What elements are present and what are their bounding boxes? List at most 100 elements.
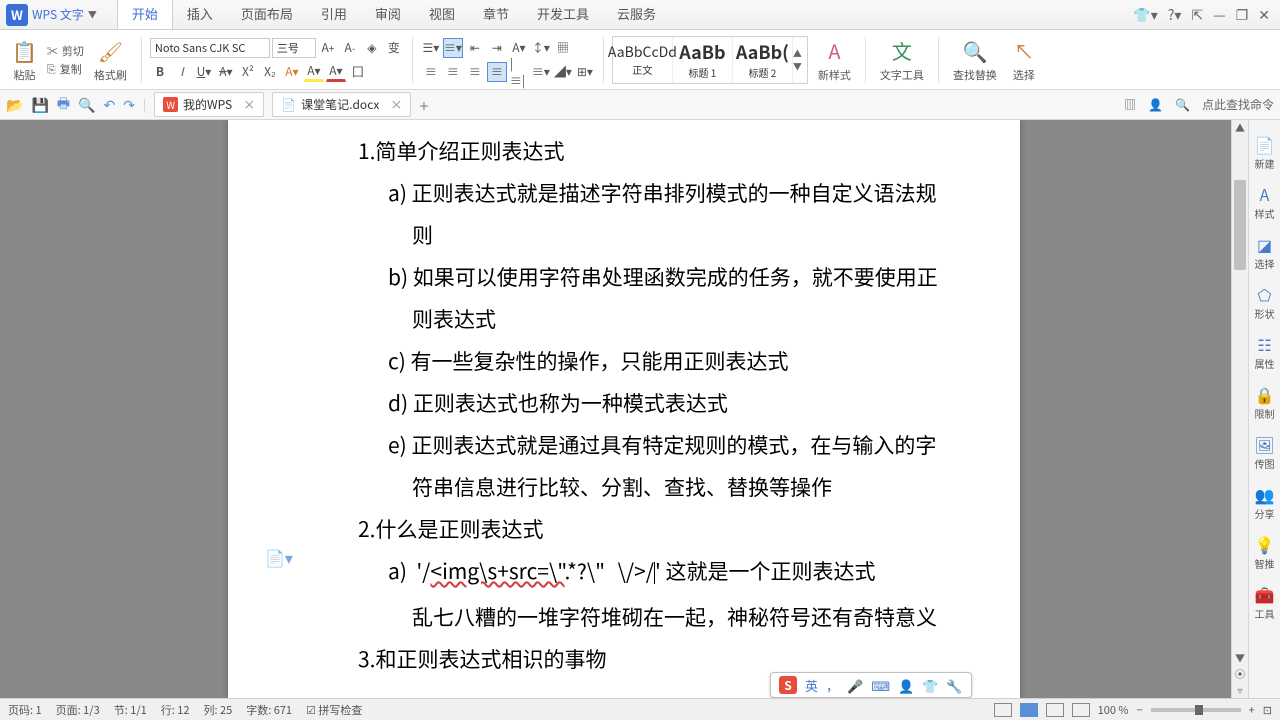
ime-toolbar[interactable]: S 英 ， 🎤 ⌨ 👤 👕 🔧 [770, 672, 972, 698]
status-section[interactable]: 节: 1/1 [114, 702, 147, 718]
decrease-indent-button[interactable]: ⇤ [465, 38, 485, 58]
font-name-select[interactable]: Noto Sans CJK SC [150, 38, 270, 58]
line-spacing-button[interactable]: ↕▾ [531, 38, 551, 58]
side-property[interactable]: ☷属性 [1249, 326, 1280, 376]
highlight-button[interactable]: A▾ [304, 62, 324, 82]
text-effect-button[interactable]: A▾ [282, 62, 302, 82]
font-color-button[interactable]: A▾ [326, 62, 346, 82]
vertical-scrollbar[interactable]: ▲ ▼ ⦿ ▿ [1231, 120, 1248, 698]
bold-button[interactable]: B [150, 62, 170, 82]
paste-button[interactable]: 📋粘贴 [6, 34, 43, 85]
scroll-up-icon[interactable]: ▲ [1232, 120, 1248, 136]
ime-skin-icon[interactable]: 👕 [922, 676, 938, 695]
text-tool-button[interactable]: 文文字工具 [874, 34, 930, 85]
status-word-count[interactable]: 字数: 671 [246, 702, 292, 718]
close-button[interactable]: ✕ [1258, 5, 1270, 25]
tab-settings-button[interactable]: ≡▾ [531, 62, 551, 82]
side-style[interactable]: A样式 [1249, 176, 1280, 226]
distribute-button[interactable]: |≡| [509, 62, 529, 82]
share-window-icon[interactable]: ⇱ [1191, 5, 1203, 25]
side-smart-push[interactable]: 💡智推 [1249, 526, 1280, 576]
undo-icon[interactable]: ↶ [104, 95, 116, 115]
style-normal[interactable]: AaBbCcDd正文 [613, 37, 673, 83]
help-icon[interactable]: ?▾ [1168, 5, 1182, 25]
tab-start[interactable]: 开始 [117, 0, 173, 29]
prev-page-icon[interactable]: ⦿ [1232, 666, 1248, 682]
char-border-button[interactable]: 囗 [348, 62, 368, 82]
zoom-level[interactable]: 100 % [1098, 702, 1129, 718]
decrease-font-icon[interactable]: A- [340, 38, 360, 58]
side-select[interactable]: ◪选择 [1249, 226, 1280, 276]
select-button[interactable]: ↖选择 [1007, 34, 1041, 85]
font-size-select[interactable]: 三号 [272, 38, 316, 58]
side-new[interactable]: 📄新建 [1249, 126, 1280, 176]
document-page[interactable]: 1.简单介绍正则表达式 a) 正则表达式就是描述字符串排列模式的一种自定义语法规… [228, 120, 1020, 698]
style-gallery[interactable]: AaBbCcDd正文 AaBb标题 1 AaBb(标题 2 ▲▼ [612, 36, 808, 84]
side-share[interactable]: 👥分享 [1249, 476, 1280, 526]
tab-dev-tools[interactable]: 开发工具 [523, 0, 603, 29]
increase-font-icon[interactable]: A+ [318, 38, 338, 58]
find-replace-button[interactable]: 🔍查找替换 [947, 34, 1003, 85]
side-shape[interactable]: ⬠形状 [1249, 276, 1280, 326]
tab-review[interactable]: 审阅 [361, 0, 415, 29]
italic-button[interactable]: I [172, 62, 192, 82]
view-fullscreen-icon[interactable] [1072, 703, 1090, 717]
user-icon[interactable]: 👤 [1148, 96, 1163, 113]
status-column[interactable]: 列: 25 [203, 702, 232, 718]
zoom-out-button[interactable]: − [1137, 702, 1143, 718]
borders-button[interactable]: ⊞▾ [575, 62, 595, 82]
numbering-button[interactable]: ≡▾ [443, 38, 463, 58]
save-icon[interactable]: 💾 [31, 95, 48, 115]
bullets-button[interactable]: ☰▾ [421, 38, 441, 58]
ime-user-icon[interactable]: 👤 [898, 676, 914, 695]
ime-language[interactable]: 英 [805, 676, 818, 695]
shading-button[interactable]: ◢▾ [553, 62, 573, 82]
style-heading1[interactable]: AaBb标题 1 [673, 37, 733, 83]
format-painter-button[interactable]: 🖌格式刷 [88, 34, 133, 85]
scroll-thumb[interactable] [1234, 180, 1246, 270]
view-print-layout-icon[interactable] [994, 703, 1012, 717]
align-right-button[interactable]: ≡ [465, 62, 485, 82]
phonetic-guide-icon[interactable]: 变 [384, 38, 404, 58]
side-restrict[interactable]: 🔒限制 [1249, 376, 1280, 426]
tab-references[interactable]: 引用 [307, 0, 361, 29]
add-tab-button[interactable]: + [419, 93, 428, 117]
fit-page-icon[interactable]: ⊡ [1263, 702, 1272, 718]
tab-insert[interactable]: 插入 [173, 0, 227, 29]
side-tools[interactable]: 🧰工具 [1249, 576, 1280, 626]
ime-keyboard-icon[interactable]: ⌨ [871, 676, 890, 695]
assist-icon[interactable]: ▥ [1124, 96, 1136, 113]
align-left-button[interactable]: ≡ [421, 62, 441, 82]
app-dropdown-icon[interactable]: ▼ [88, 8, 97, 21]
scroll-down-icon[interactable]: ▼ [1232, 650, 1248, 666]
insert-table-icon[interactable]: ▦ [553, 38, 573, 58]
search-command-icon[interactable]: 🔍 [1175, 96, 1190, 113]
print-preview-icon[interactable]: 🔍 [78, 95, 95, 115]
close-tab-icon[interactable]: × [243, 96, 255, 113]
align-justify-button[interactable]: ≡ [487, 62, 507, 82]
ime-voice-icon[interactable]: 🎤 [847, 676, 863, 695]
open-icon[interactable]: 📂 [6, 95, 23, 115]
next-page-icon[interactable]: ▿ [1232, 682, 1248, 698]
align-center-button[interactable]: ≡ [443, 62, 463, 82]
ime-punctuation[interactable]: ， [826, 676, 839, 695]
status-page-count[interactable]: 页面: 1/3 [56, 702, 100, 718]
tab-cloud[interactable]: 云服务 [603, 0, 670, 29]
paragraph-options-icon[interactable]: 📄▾ [265, 545, 293, 569]
side-upload-image[interactable]: 🖼传图 [1249, 426, 1280, 476]
cut-button[interactable]: ✂剪切 [47, 43, 84, 59]
style-heading2[interactable]: AaBb(标题 2 [733, 37, 793, 83]
tab-view[interactable]: 视图 [415, 0, 469, 29]
view-outline-icon[interactable] [1046, 703, 1064, 717]
close-tab-icon[interactable]: × [390, 96, 402, 113]
tab-chapter[interactable]: 章节 [469, 0, 523, 29]
subscript-button[interactable]: X₂ [260, 62, 280, 82]
maximize-button[interactable]: ❐ [1236, 5, 1249, 25]
status-spellcheck[interactable]: ☑ 拼写检查 [306, 702, 362, 718]
status-line[interactable]: 行: 12 [161, 702, 190, 718]
print-icon[interactable]: 🖶 [57, 93, 70, 117]
increase-indent-button[interactable]: ⇥ [487, 38, 507, 58]
clear-format-icon[interactable]: ◈ [362, 38, 382, 58]
underline-button[interactable]: U▾ [194, 62, 214, 82]
ime-settings-icon[interactable]: 🔧 [946, 676, 962, 695]
